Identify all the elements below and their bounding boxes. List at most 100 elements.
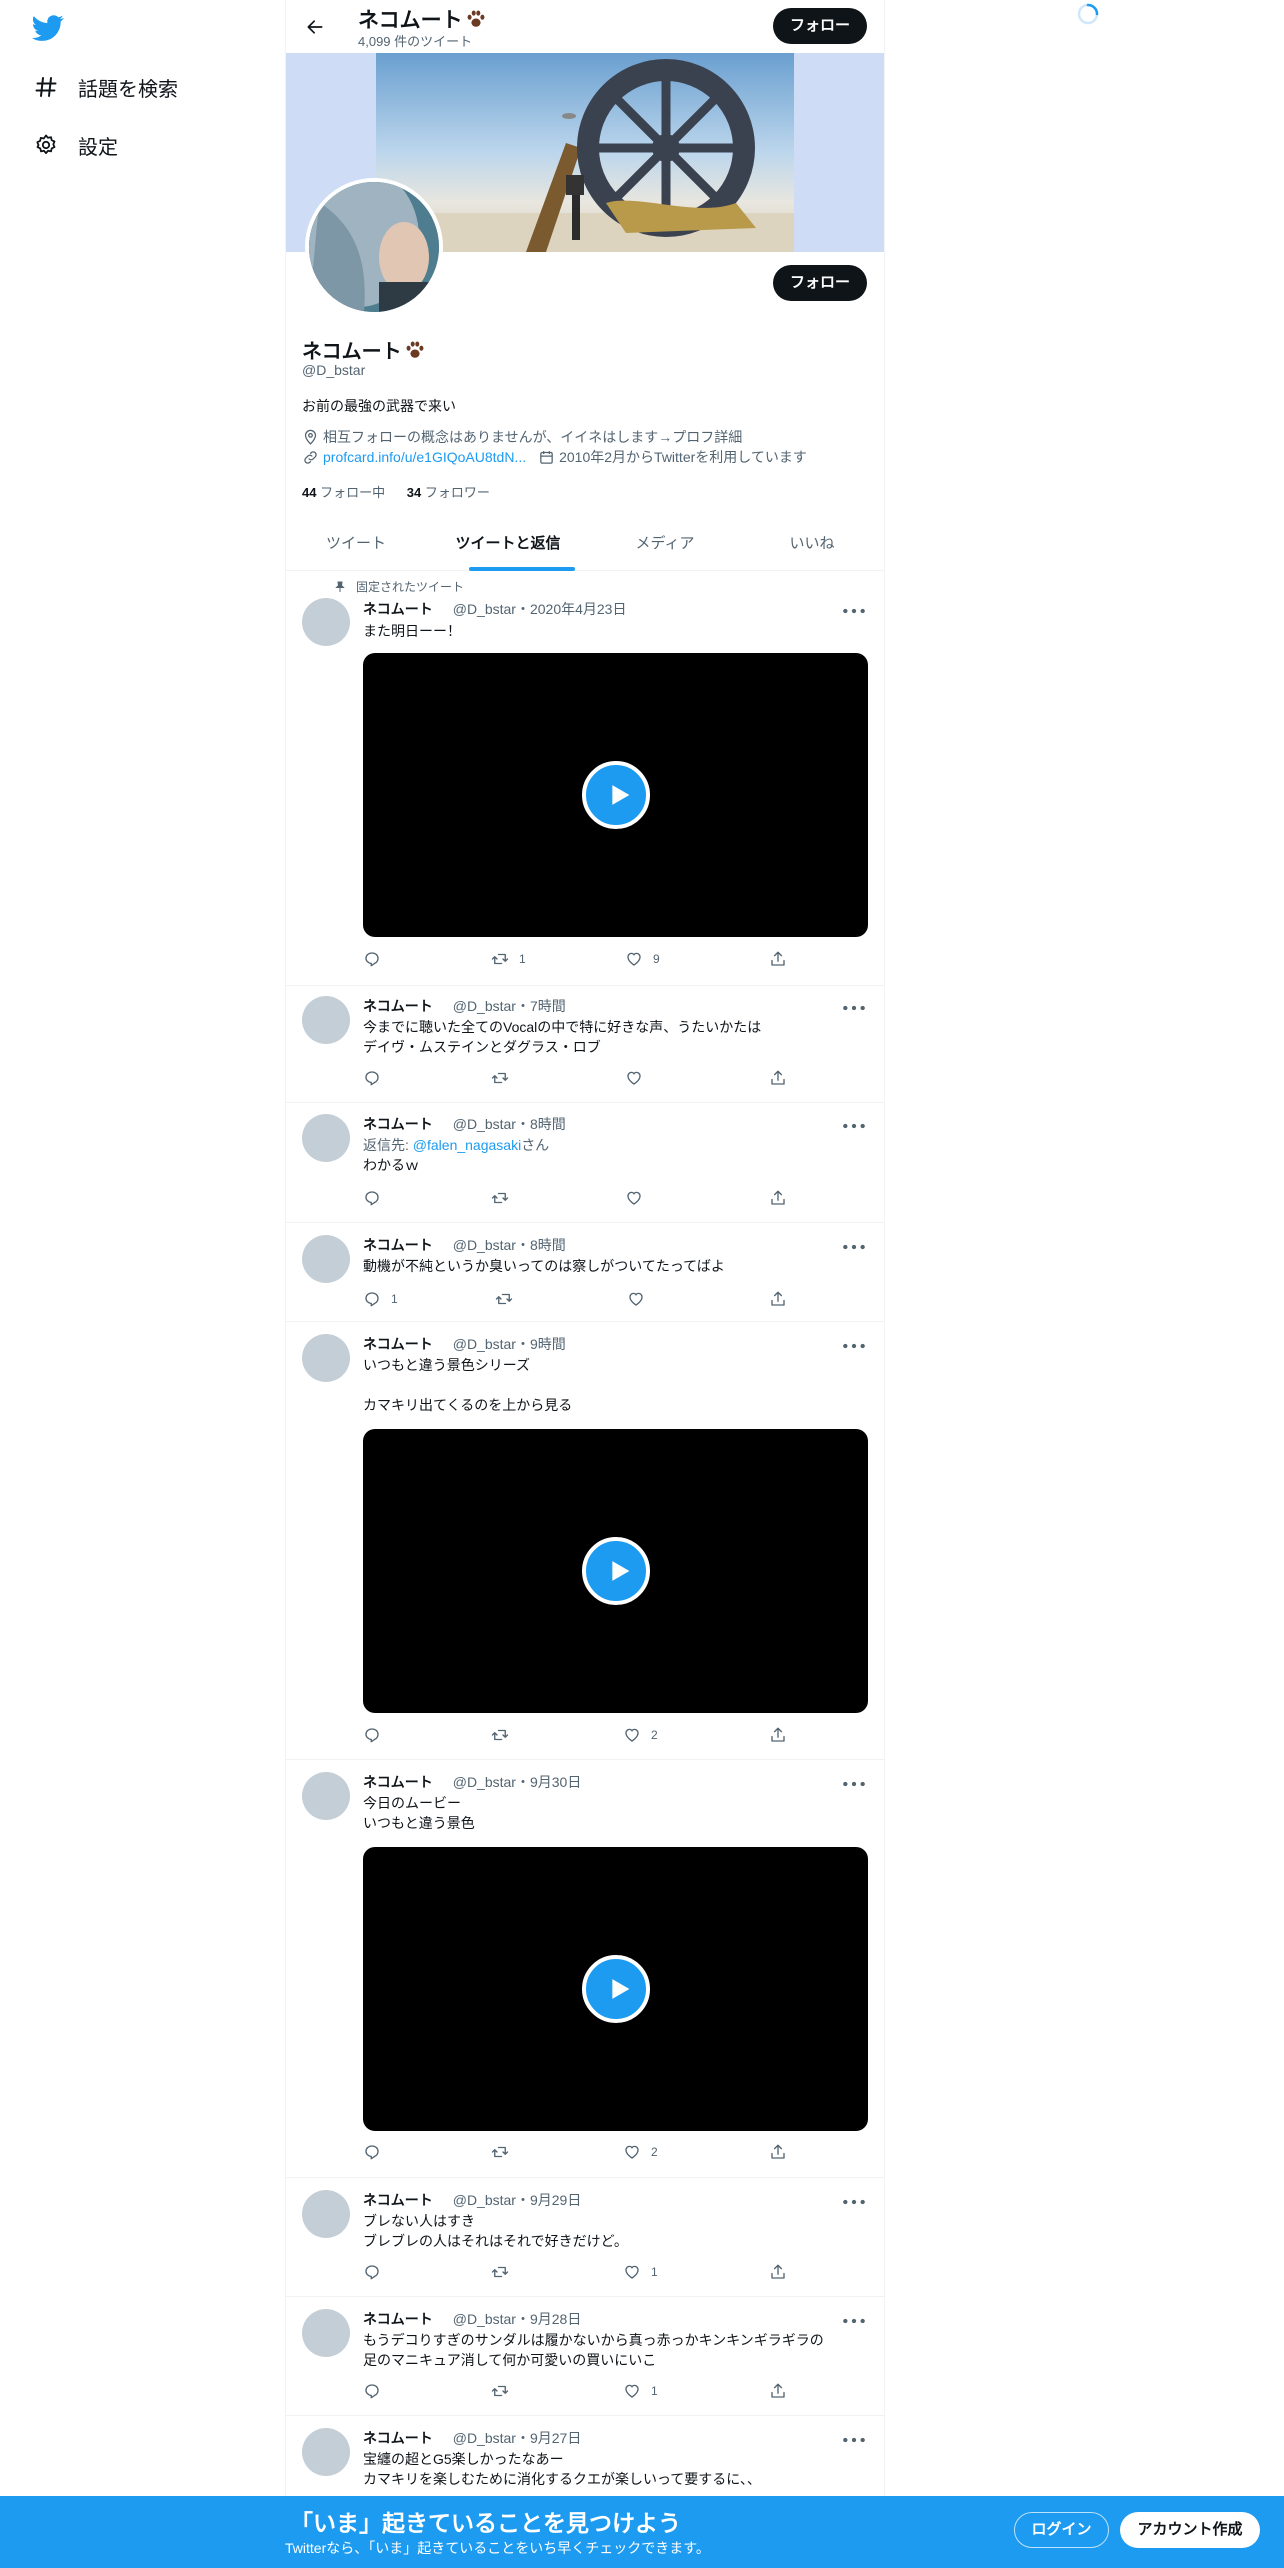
- tweet-author[interactable]: ネコムート: [363, 601, 433, 617]
- more-icon[interactable]: [841, 1776, 867, 1792]
- tab-media[interactable]: メディア: [590, 516, 740, 571]
- avatar[interactable]: [302, 2309, 350, 2357]
- play-button[interactable]: [581, 1955, 650, 2023]
- retweet-button[interactable]: 1: [491, 950, 526, 968]
- retweet-button[interactable]: [491, 1726, 509, 1744]
- video-player[interactable]: [363, 653, 868, 937]
- reply-button[interactable]: [363, 1726, 381, 1744]
- retweet-button[interactable]: [495, 1290, 513, 1308]
- avatar[interactable]: [302, 1772, 350, 1820]
- hashtag-icon: [32, 73, 60, 101]
- following-link[interactable]: 44 フォロー中: [302, 485, 385, 500]
- reply-button[interactable]: [363, 1189, 381, 1207]
- more-icon[interactable]: [841, 1000, 867, 1016]
- retweet-button[interactable]: [491, 1189, 509, 1207]
- tweet[interactable]: ネコムート @D_bstar・9月29日 ブレない人はすき ブレブレの人はそれはそ…: [286, 2178, 884, 2297]
- tweet[interactable]: ネコムート @D_bstar・9月27日 宝纏の超とG5楽しかったなあー カマキリ…: [286, 2416, 884, 2496]
- like-button[interactable]: [625, 1189, 643, 1207]
- reply-button[interactable]: [363, 950, 381, 968]
- share-button[interactable]: [769, 1069, 787, 1087]
- follow-button-top[interactable]: フォロー: [773, 8, 867, 44]
- more-icon[interactable]: [841, 1239, 867, 1255]
- signup-button[interactable]: アカウント作成: [1120, 2512, 1260, 2548]
- share-button[interactable]: [769, 1290, 787, 1308]
- avatar[interactable]: [302, 1114, 350, 1162]
- nav-settings[interactable]: 設定: [32, 123, 118, 167]
- reply-button[interactable]: [363, 2263, 381, 2281]
- tweet[interactable]: ネコムート @D_bstar・8時間 動機が不純というか臭いってのは察しがついてた…: [286, 1223, 884, 1322]
- login-button[interactable]: ログイン: [1014, 2512, 1109, 2548]
- share-button[interactable]: [769, 950, 787, 968]
- more-icon[interactable]: [841, 2432, 867, 2448]
- followers-link[interactable]: 34 フォロワー: [407, 485, 490, 500]
- retweet-button[interactable]: [491, 2263, 509, 2281]
- tweet-author[interactable]: ネコムート: [363, 1336, 433, 1352]
- avatar[interactable]: [302, 2428, 350, 2476]
- reply-button[interactable]: [363, 2382, 381, 2400]
- share-button[interactable]: [769, 2263, 787, 2281]
- tweet-author[interactable]: ネコムート: [363, 2311, 433, 2327]
- tweet-author[interactable]: ネコムート: [363, 1116, 433, 1132]
- reply-button[interactable]: 1: [363, 1290, 398, 1308]
- back-button[interactable]: [300, 12, 330, 42]
- more-icon[interactable]: [841, 2194, 867, 2210]
- tweet-author[interactable]: ネコムート: [363, 998, 433, 1014]
- tweet-text-line: ブレブレの人はそれはそれで好きだけど。: [363, 2233, 628, 2249]
- retweet-button[interactable]: [491, 2382, 509, 2400]
- tweet[interactable]: ネコムート @D_bstar・7時間 今までに聴いた全てのVocalの中で特に好き…: [286, 986, 884, 1103]
- tweet[interactable]: ネコムート @D_bstar・9月28日 もうデコりすぎのサンダルは履かないから真…: [286, 2297, 884, 2416]
- like-button[interactable]: 2: [623, 1726, 658, 1744]
- reply-button[interactable]: [363, 1069, 381, 1087]
- tweet-header: ネコムート @D_bstar・8時間: [363, 1114, 566, 1134]
- tab-tweets-replies[interactable]: ツイートと返信: [426, 516, 590, 571]
- share-button[interactable]: [769, 1726, 787, 1744]
- reply-user-link[interactable]: @falen_nagasaki: [413, 1137, 521, 1153]
- tweet[interactable]: ネコムート @D_bstar・8時間 返信先: @falen_nagasakiさん…: [286, 1103, 884, 1223]
- more-icon[interactable]: [841, 603, 867, 619]
- share-button[interactable]: [769, 2143, 787, 2161]
- tab-tweets[interactable]: ツイート: [286, 516, 426, 571]
- tweet-author[interactable]: ネコムート: [363, 1237, 433, 1253]
- like-button[interactable]: 1: [623, 2382, 658, 2400]
- nav-explore[interactable]: 話題を検索: [32, 65, 178, 109]
- retweet-button[interactable]: [491, 2143, 509, 2161]
- arrow-left-icon: [307, 20, 323, 34]
- like-button[interactable]: 1: [623, 2263, 658, 2281]
- avatar[interactable]: [302, 996, 350, 1044]
- more-icon[interactable]: [841, 1118, 867, 1134]
- like-button[interactable]: [627, 1290, 645, 1308]
- follow-button[interactable]: フォロー: [773, 265, 867, 301]
- tweet[interactable]: ネコムート @D_bstar・9月30日 今日のムービー いつもと違う景色 2: [286, 1760, 884, 2178]
- like-button[interactable]: 9: [625, 950, 660, 968]
- share-button[interactable]: [769, 1189, 787, 1207]
- like-button[interactable]: 2: [623, 2143, 658, 2161]
- share-icon: [769, 2263, 787, 2281]
- profile-url-link[interactable]: profcard.info/u/e1GIQoAU8tdN...: [323, 449, 526, 465]
- tweet[interactable]: 固定されたツイート ネコムート @D_bstar・2020年4月23日 また明日ー…: [286, 571, 884, 986]
- avatar[interactable]: [302, 1235, 350, 1283]
- profile-avatar[interactable]: [305, 178, 443, 316]
- tweet-author[interactable]: ネコムート: [363, 1774, 433, 1790]
- tab-likes[interactable]: いいね: [740, 516, 884, 571]
- like-count: 2: [651, 2145, 658, 2159]
- tweet-author[interactable]: ネコムート: [363, 2430, 433, 2446]
- tweet[interactable]: ネコムート @D_bstar・9時間 いつもと違う景色シリーズ カマキリ出てくるの…: [286, 1322, 884, 1760]
- play-button[interactable]: [581, 1537, 650, 1605]
- tweet-header: ネコムート @D_bstar・9月27日: [363, 2428, 581, 2448]
- reply-button[interactable]: [363, 2143, 381, 2161]
- profile-name: ネコムート: [302, 335, 426, 364]
- tweet-author[interactable]: ネコムート: [363, 2192, 433, 2208]
- twitter-logo-icon[interactable]: [30, 12, 66, 44]
- avatar[interactable]: [302, 1334, 350, 1382]
- more-icon[interactable]: [841, 1338, 867, 1354]
- retweet-button[interactable]: [491, 1069, 509, 1087]
- share-button[interactable]: [769, 2382, 787, 2400]
- more-icon[interactable]: [841, 2313, 867, 2329]
- video-player[interactable]: [363, 1847, 868, 2131]
- avatar[interactable]: [302, 598, 350, 646]
- tweet-text: ブレない人はすき ブレブレの人はそれはそれで好きだけど。: [363, 2211, 873, 2251]
- avatar[interactable]: [302, 2190, 350, 2238]
- like-button[interactable]: [625, 1069, 643, 1087]
- play-button[interactable]: [581, 761, 650, 829]
- video-player[interactable]: [363, 1429, 868, 1713]
